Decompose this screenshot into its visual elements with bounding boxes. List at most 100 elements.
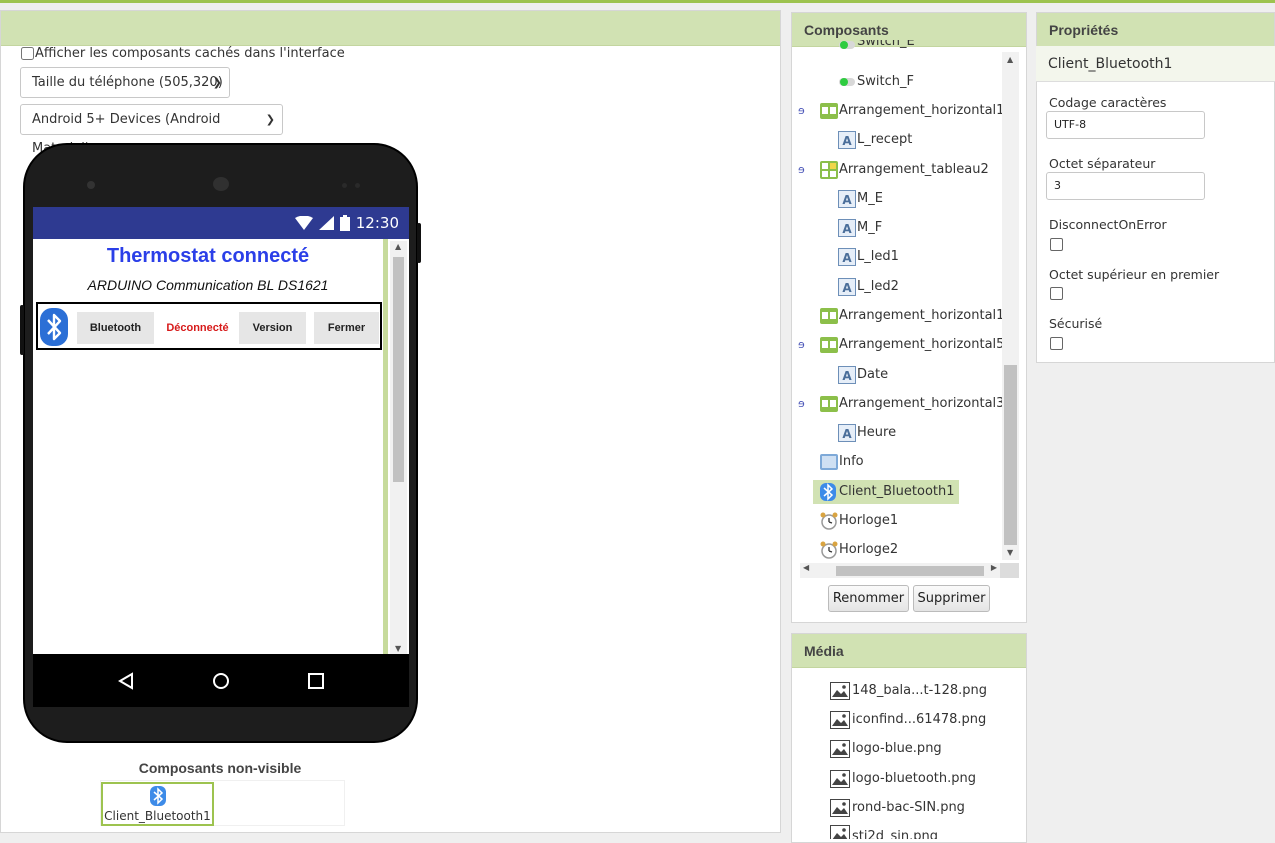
label-icon: A [838,219,856,237]
signal-icon [318,216,334,230]
scrollbar-thumb[interactable] [393,257,404,482]
horizontal-arrangement-icon [820,395,838,413]
tree-item[interactable]: Switch_F [838,70,914,94]
tree-item[interactable]: Info [820,450,864,474]
tree-item[interactable]: Client_Bluetooth1 [813,480,959,504]
media-item[interactable]: logo-bluetooth.png [830,767,976,791]
scroll-up-arrow-icon[interactable]: ▲ [1007,55,1013,64]
properties-header: Propriétés [1037,13,1274,47]
show-hidden-checkbox[interactable] [21,47,34,60]
chevron-down-icon: ❯ [212,76,222,89]
phone-side-button [20,305,24,355]
bluetooth-logo-icon[interactable] [40,308,68,346]
app-title[interactable]: Thermostat connecté [33,245,383,268]
media-item[interactable]: 148_bala...t-128.png [830,679,987,703]
tree-item[interactable]: Arrangement_horizontal3 [820,392,1004,416]
version-button[interactable]: Version [239,312,306,344]
phone-speaker [213,177,229,191]
tree-item-label: Horloge1 [839,513,899,528]
tree-item-label: Client_Bluetooth1 [839,484,955,499]
scroll-corner [1000,563,1019,578]
prop-label-delimiter: Octet séparateur [1049,156,1156,171]
selected-component-name: Client_Bluetooth1 [1036,46,1275,82]
tree-vertical-scrollbar[interactable]: ▲ ▼ [1002,52,1019,560]
charset-input[interactable]: UTF-8 [1046,111,1205,139]
scrollbar-thumb[interactable] [1004,365,1017,545]
label-icon: A [838,131,856,149]
svg-text:A: A [842,281,852,295]
connection-status-label[interactable]: Déconnecté [158,312,237,344]
tree-item[interactable]: A M_E [838,187,883,211]
image-file-icon [830,711,850,729]
media-item[interactable]: logo-blue.png [830,737,942,761]
tree-item[interactable]: A L_led2 [838,275,899,299]
nonvisible-component-item[interactable]: Client_Bluetooth1 [101,782,214,826]
tree-item[interactable]: A Date [838,363,888,387]
horizontal-arrangement-icon [820,307,838,325]
high-byte-first-checkbox[interactable] [1050,287,1063,300]
collapse-toggle-icon[interactable]: ɘ [798,163,805,176]
scroll-up-arrow-icon[interactable]: ▲ [395,242,401,251]
collapse-toggle-icon[interactable]: ɘ [798,397,805,410]
tree-item[interactable]: Arrangement_horizontal10 [820,304,1013,328]
tree-item-label: M_F [857,220,883,235]
device-theme-select[interactable]: Android 5+ Devices (Android Material) ❯ [20,104,283,156]
switch-icon [838,73,856,91]
svg-text:A: A [842,427,852,441]
phone-side-button [417,223,421,263]
recents-square-icon [308,672,325,689]
scroll-left-arrow-icon[interactable]: ◀ [803,563,809,572]
battery-icon [339,215,350,231]
tree-item[interactable]: A L_led1 [838,245,899,269]
media-item-label: sti2d_sin.png [852,829,939,839]
disconnect-on-error-checkbox[interactable] [1050,238,1063,251]
collapse-toggle-icon[interactable]: ɘ [798,104,805,117]
delete-button[interactable]: Supprimer [913,585,990,612]
scroll-right-arrow-icon[interactable]: ▶ [991,563,997,572]
image-file-icon [830,740,850,758]
tree-item[interactable]: Arrangement_tableau2 [820,158,989,182]
bluetooth-icon [820,483,838,501]
tree-horizontal-scrollbar[interactable]: ◀ ▶ [800,563,1000,578]
media-item-label: logo-blue.png [852,741,942,756]
secure-checkbox[interactable] [1050,337,1063,350]
tree-item[interactable]: A L_recept [838,128,912,152]
scrollbar-thumb[interactable] [836,566,984,576]
scroll-down-arrow-icon[interactable]: ▼ [1007,548,1013,557]
tree-item[interactable]: Switch_E [838,40,915,54]
status-time: 12:30 [355,214,399,232]
svg-text:A: A [842,134,852,148]
show-hidden-components-toggle[interactable]: Afficher les composants cachés dans l'in… [21,46,345,61]
tree-item-label: Switch_F [857,74,914,89]
tree-item[interactable]: Horloge2 [820,538,898,562]
tree-item[interactable]: Arrangement_horizontal11 [820,99,1013,123]
tree-item[interactable]: A Heure [838,421,896,445]
screen-scrollbar[interactable]: ▲ ▼ [390,241,407,654]
tree-item-label: L_led2 [857,279,899,294]
bluetooth-button[interactable]: Bluetooth [77,312,154,344]
phone-size-select[interactable]: Taille du téléphone (505,320) ❯ [20,67,230,98]
media-item[interactable]: iconfind...61478.png [830,708,986,732]
label-icon: A [838,424,856,442]
svg-text:A: A [842,369,852,383]
scroll-down-arrow-icon[interactable]: ▼ [395,644,401,653]
app-subtitle[interactable]: ARDUINO Communication BL DS1621 [33,277,383,293]
fermer-button[interactable]: Fermer [314,312,379,344]
app-button-row[interactable]: Bluetooth Déconnecté Version Fermer [36,302,382,350]
media-item[interactable]: rond-bac-SIN.png [830,796,965,820]
delimiter-byte-input[interactable]: 3 [1046,172,1205,200]
collapse-toggle-icon[interactable]: ɘ [798,338,805,351]
home-circle-icon [212,672,229,689]
media-item[interactable]: sti2d_sin.png [830,825,938,839]
tree-item[interactable]: Horloge1 [820,509,898,533]
tree-item-label: Date [857,367,889,382]
show-hidden-label: Afficher les composants cachés dans l'in… [35,46,345,61]
rename-button[interactable]: Renommer [828,585,909,612]
wifi-icon [294,216,313,230]
tree-item[interactable]: A M_F [838,216,882,240]
media-item-label: 148_bala...t-128.png [852,683,987,698]
phone-screen: 12:30 Thermostat connecté ARDUINO Commun… [33,207,409,707]
tree-item[interactable]: Arrangement_horizontal5 [820,333,1004,357]
nonvisible-component-label: Client_Bluetooth1 [104,809,211,823]
tree-item-label: Heure [857,425,897,440]
